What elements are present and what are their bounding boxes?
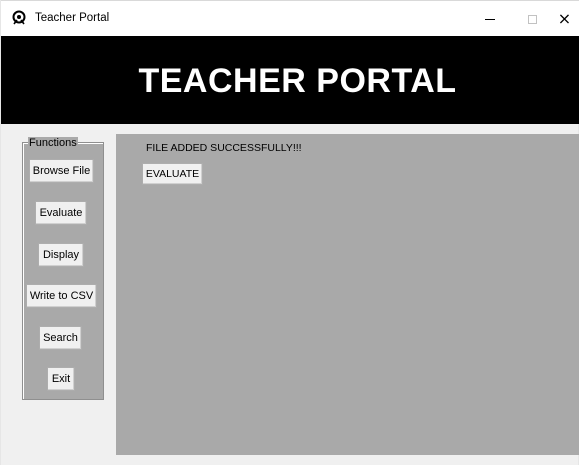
status-message: FILE ADDED SUCCESSFULLY!!!: [146, 142, 302, 154]
functions-legend: Functions: [28, 137, 78, 149]
write-to-csv-button[interactable]: Write to CSV: [26, 284, 97, 308]
functions-group: Functions Browse File Evaluate Display W…: [22, 137, 104, 400]
page-title: TEACHER PORTAL: [138, 61, 457, 100]
main-panel: FILE ADDED SUCCESSFULLY!!! EVALUATE: [116, 134, 579, 455]
browse-file-button[interactable]: Browse File: [29, 159, 94, 183]
app-window: Teacher Portal × TEACHER PORTAL Function…: [0, 0, 579, 465]
close-icon: ×: [557, 9, 572, 28]
evaluate-button[interactable]: EVALUATE: [142, 163, 203, 185]
maximize-icon: [527, 14, 537, 24]
feather-logo-icon: [12, 10, 26, 25]
header-banner: TEACHER PORTAL: [1, 36, 579, 124]
title-bar[interactable]: Teacher Portal ×: [1, 0, 579, 36]
minimize-button[interactable]: [467, 1, 513, 37]
evaluate-side-button[interactable]: Evaluate: [35, 201, 87, 225]
window-title: Teacher Portal: [35, 12, 110, 24]
search-button[interactable]: Search: [39, 326, 82, 350]
close-button[interactable]: ×: [549, 1, 579, 37]
minimize-icon: [485, 18, 495, 20]
exit-button[interactable]: Exit: [47, 367, 75, 391]
display-button[interactable]: Display: [38, 243, 84, 267]
